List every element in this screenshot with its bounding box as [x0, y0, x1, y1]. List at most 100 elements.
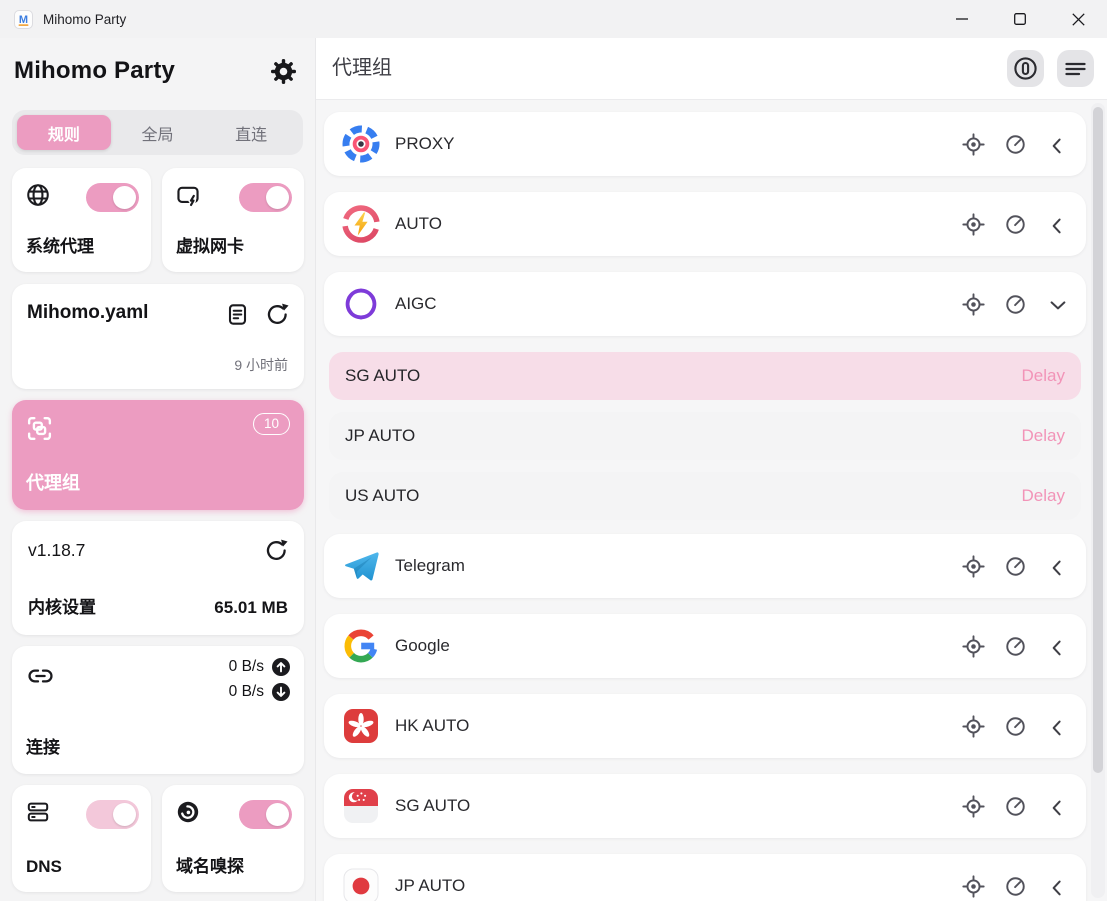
chevron-left-icon[interactable]: [1046, 213, 1069, 236]
profile-card[interactable]: Mihomo.yaml 9 小时前: [12, 284, 304, 389]
dns-toggle[interactable]: [86, 800, 139, 829]
connection-card[interactable]: 0 B/s 0 B/s 连接: [12, 646, 304, 774]
toggle-knob: [113, 803, 136, 826]
file-text-icon[interactable]: [225, 302, 250, 327]
proxy-group-count-badge: 10: [253, 413, 290, 435]
upload-speed: 0 B/s: [229, 658, 264, 676]
connection-label: 连接: [26, 733, 60, 758]
group-actions: [962, 795, 1069, 818]
locate-node-icon[interactable]: [962, 795, 985, 818]
locate-node-icon[interactable]: [962, 213, 985, 236]
system-proxy-card[interactable]: 系统代理: [12, 168, 151, 272]
list-layout-button[interactable]: [1057, 50, 1094, 87]
toggle-knob: [266, 186, 289, 209]
sniff-card[interactable]: 域名嗅探: [162, 785, 304, 892]
locate-node-icon[interactable]: [962, 715, 985, 738]
locate-node-icon[interactable]: [962, 133, 985, 156]
link-icon: [25, 660, 56, 691]
tun-toggle[interactable]: [239, 183, 292, 212]
node-delay[interactable]: Delay: [1022, 426, 1065, 446]
proxy-group-row[interactable]: Telegram: [324, 534, 1086, 598]
chevron-down-icon[interactable]: [1046, 293, 1069, 316]
node-delay[interactable]: Delay: [1022, 366, 1065, 386]
proxy-group-row[interactable]: PROXY: [324, 112, 1086, 176]
tab-rule-mode[interactable]: 规则: [17, 115, 111, 150]
sidebar-app-title: Mihomo Party: [14, 52, 303, 90]
locate-node-icon[interactable]: [962, 875, 985, 898]
stop-delay-test-button[interactable]: [1007, 50, 1044, 87]
settings-button[interactable]: [269, 57, 297, 85]
group-name: AUTO: [395, 214, 442, 234]
upload-line: 0 B/s: [229, 657, 291, 677]
proxy-group-row[interactable]: HK AUTO: [324, 694, 1086, 758]
system-proxy-label: 系统代理: [26, 232, 94, 257]
tun-card[interactable]: 虚拟网卡: [162, 168, 304, 272]
titlebar[interactable]: M Mihomo Party: [0, 0, 1107, 38]
proxy-group-row[interactable]: JP AUTO: [324, 854, 1086, 901]
sniff-icon: [175, 799, 201, 825]
header-actions: [1007, 50, 1094, 87]
dns-label: DNS: [26, 857, 62, 877]
gear-icon: [270, 58, 297, 85]
tab-global-mode[interactable]: 全局: [111, 115, 205, 150]
profile-name: Mihomo.yaml: [27, 302, 148, 324]
tab-direct-mode[interactable]: 直连: [204, 115, 298, 150]
locate-node-icon[interactable]: [962, 293, 985, 316]
system-proxy-toggle[interactable]: [86, 183, 139, 212]
telegram-icon: [341, 546, 381, 586]
chevron-left-icon[interactable]: [1046, 133, 1069, 156]
group-actions: [962, 875, 1069, 898]
delay-test-icon[interactable]: [1004, 555, 1027, 578]
locate-node-icon[interactable]: [962, 555, 985, 578]
group-name: AIGC: [395, 294, 437, 314]
profile-actions: [225, 302, 290, 327]
minimize-icon: [956, 18, 968, 20]
dns-card[interactable]: DNS: [12, 785, 151, 892]
maximize-button[interactable]: [991, 0, 1049, 38]
page-title: 代理组: [332, 38, 392, 98]
node-option[interactable]: JP AUTO Delay: [329, 412, 1081, 460]
refresh-profile-icon[interactable]: [265, 302, 290, 327]
sidebar-item-proxy-groups[interactable]: 10 代理组: [12, 400, 304, 510]
group-name: Google: [395, 636, 450, 656]
locate-node-icon[interactable]: [962, 635, 985, 658]
chevron-left-icon[interactable]: [1046, 795, 1069, 818]
chevron-left-icon[interactable]: [1046, 875, 1069, 898]
proxy-group-list[interactable]: PROXY AUTO: [316, 100, 1107, 901]
core-card[interactable]: v1.18.7 内核设置 65.01 MB: [12, 521, 304, 635]
chevron-left-icon[interactable]: [1046, 635, 1069, 658]
minimize-button[interactable]: [933, 0, 991, 38]
traffic-stats: 0 B/s 0 B/s: [229, 657, 291, 702]
scrollbar-thumb[interactable]: [1093, 107, 1103, 773]
close-button[interactable]: [1049, 0, 1107, 38]
virtual-nic-icon: [175, 182, 201, 208]
node-option-selected[interactable]: SG AUTO Delay: [329, 352, 1081, 400]
proxy-group-row[interactable]: AUTO: [324, 192, 1086, 256]
delay-test-icon[interactable]: [1004, 715, 1027, 738]
node-option[interactable]: US AUTO Delay: [329, 472, 1081, 520]
delay-test-icon[interactable]: [1004, 875, 1027, 898]
sidebar-header: Mihomo Party: [14, 52, 303, 92]
upload-arrow-icon: [271, 657, 291, 677]
aigc-node-options: SG AUTO Delay JP AUTO Delay US AUTO Dela…: [324, 352, 1086, 520]
delay-test-icon[interactable]: [1004, 293, 1027, 316]
proxy-group-row-expanded[interactable]: AIGC: [324, 272, 1086, 336]
group-actions: [962, 635, 1069, 658]
delay-test-icon[interactable]: [1004, 635, 1027, 658]
proxy-group-row[interactable]: SG AUTO: [324, 774, 1086, 838]
sniff-toggle[interactable]: [239, 800, 292, 829]
chevron-left-icon[interactable]: [1046, 715, 1069, 738]
restart-core-icon[interactable]: [264, 538, 289, 563]
delay-test-icon[interactable]: [1004, 795, 1027, 818]
proxy-group-row[interactable]: Google: [324, 614, 1086, 678]
delay-test-icon[interactable]: [1004, 133, 1027, 156]
sg-flag-icon: [341, 786, 381, 826]
maximize-icon: [1014, 13, 1026, 25]
delay-test-icon[interactable]: [1004, 213, 1027, 236]
chevron-left-icon[interactable]: [1046, 555, 1069, 578]
node-delay[interactable]: Delay: [1022, 486, 1065, 506]
lightning-icon: [341, 204, 381, 244]
openai-icon: [341, 284, 381, 324]
titlebar-title: Mihomo Party: [43, 12, 126, 27]
core-memory: 65.01 MB: [214, 598, 288, 618]
